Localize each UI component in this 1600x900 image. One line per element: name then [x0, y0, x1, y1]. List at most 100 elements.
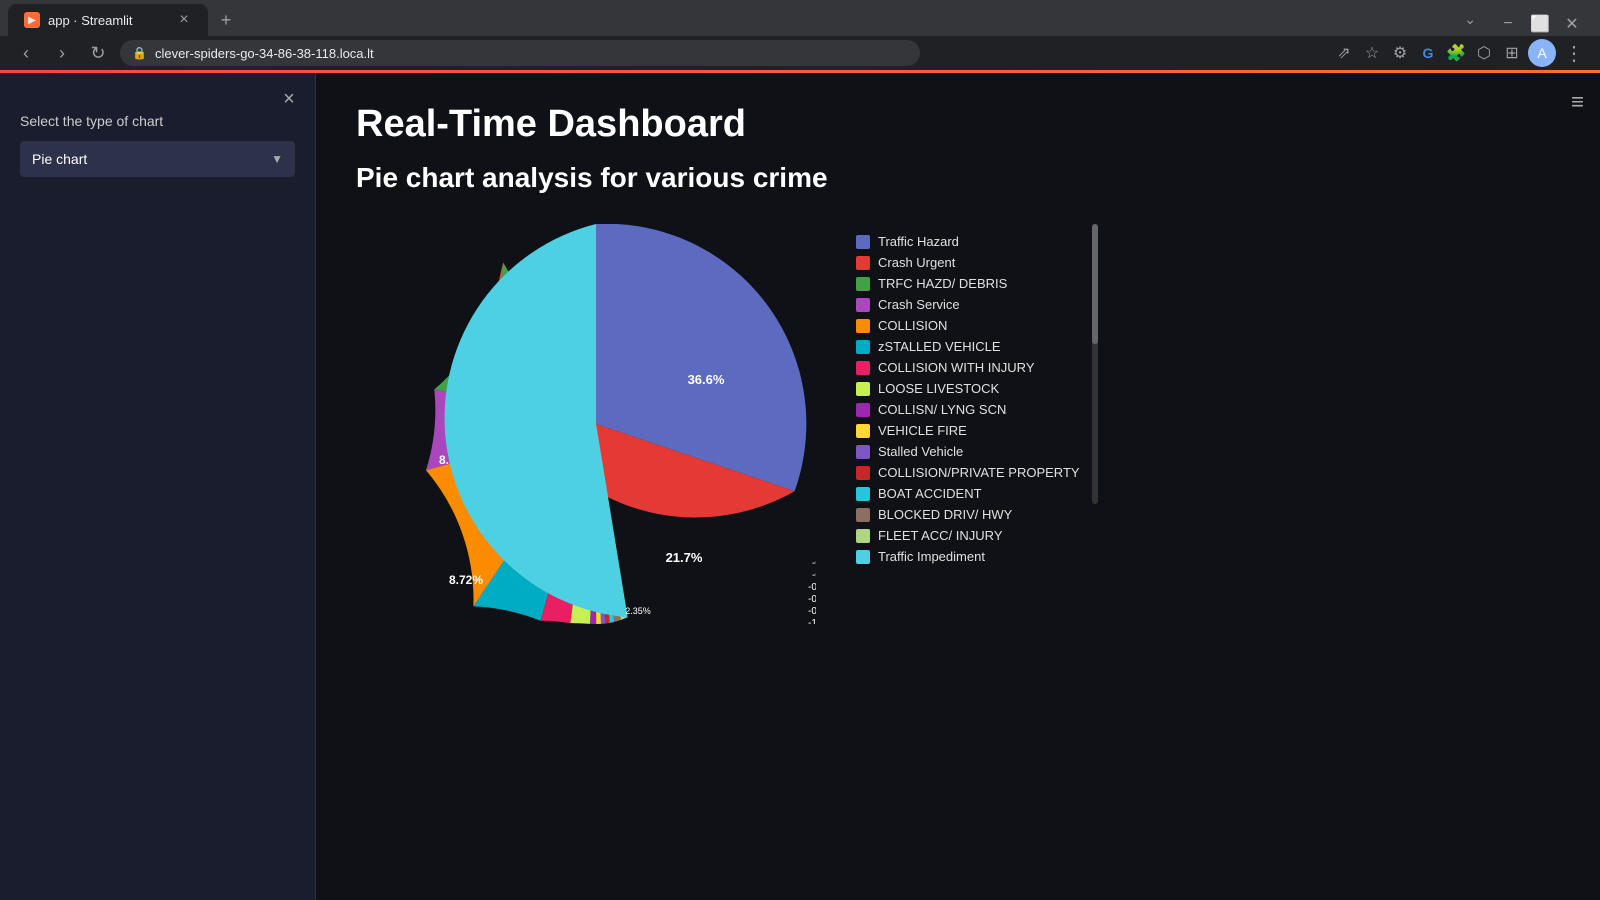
legend: Traffic Hazard Crash Urgent TRFC HAZD/ D… — [856, 224, 1080, 564]
legend-color-4 — [856, 319, 870, 333]
page-title: Real-Time Dashboard — [356, 103, 1560, 146]
legend-item: VEHICLE FIRE — [856, 423, 1080, 438]
pie-chart: 36.6% 21.7% 10% 8.34% 8. — [376, 224, 816, 624]
pie-right-label-6: -0.376% — [808, 594, 816, 605]
sidebar: × Select the type of chart Pie chart ▼ — [0, 73, 316, 900]
legend-item: Stalled Vehicle — [856, 444, 1080, 459]
legend-label-8: COLLISN/ LYNG SCN — [878, 402, 1006, 417]
legend-scrollbar-thumb — [1092, 224, 1098, 344]
sidebar-close-button[interactable]: × — [275, 85, 303, 113]
legend-color-14 — [856, 529, 870, 543]
chevron-down-icon: ▼ — [271, 152, 283, 166]
legend-label-11: COLLISION/PRIVATE PROPERTY — [878, 465, 1080, 480]
pie-label-small-cluster: 2.35% — [625, 606, 651, 616]
chart-subtitle: Pie chart analysis for various crime — [356, 162, 1560, 194]
legend-label-7: LOOSE LIVESTOCK — [878, 381, 999, 396]
legend-color-12 — [856, 487, 870, 501]
legend-label-14: FLEET ACC/ INJURY — [878, 528, 1003, 543]
legend-item: TRFC HAZD/ DEBRIS — [856, 276, 1080, 291]
legend-item: BLOCKED DRIV/ HWY — [856, 507, 1080, 522]
back-button[interactable]: ‹ — [12, 39, 40, 67]
pie-label-4: 8.72% — [449, 573, 483, 587]
legend-item: BOAT ACCIDENT — [856, 486, 1080, 501]
pie-right-label-4: -0.25% — [812, 570, 816, 581]
lock-icon: 🔒 — [132, 46, 147, 60]
maximize-button[interactable]: ⬜ — [1528, 12, 1552, 36]
legend-label-13: BLOCKED DRIV/ HWY — [878, 507, 1012, 522]
pie-right-label-5: -0.301% — [808, 582, 816, 593]
legend-color-11 — [856, 466, 870, 480]
legend-color-0 — [856, 235, 870, 249]
tab-grid-icon[interactable]: ⊞ — [1500, 41, 1524, 65]
pie-label-0: 36.6% — [688, 372, 725, 387]
legend-label-0: Traffic Hazard — [878, 234, 959, 249]
more-extensions-icon[interactable]: ⬡ — [1472, 41, 1496, 65]
tab-close-button[interactable]: × — [176, 12, 192, 28]
legend-label-15: Traffic Impediment — [878, 549, 985, 564]
chrome-menu-button[interactable]: ⋮ — [1560, 41, 1588, 66]
main-content: ≡ Real-Time Dashboard Pie chart analysis… — [316, 73, 1600, 900]
legend-label-9: VEHICLE FIRE — [878, 423, 967, 438]
chart-type-select[interactable]: Pie chart ▼ — [20, 141, 295, 177]
legend-item: zSTALLED VEHICLE — [856, 339, 1080, 354]
legend-color-9 — [856, 424, 870, 438]
legend-label-2: TRFC HAZD/ DEBRIS — [878, 276, 1007, 291]
toolbar-right: ⇗ ☆ ⚙ G 🧩 ⬡ ⊞ A ⋮ — [1332, 39, 1588, 67]
legend-color-15 — [856, 550, 870, 564]
chart-type-value: Pie chart — [32, 151, 87, 167]
legend-label-3: Crash Service — [878, 297, 960, 312]
tab-title: app · Streamlit — [48, 13, 168, 28]
url-text: clever-spiders-go-34-86-38-118.loca.lt — [155, 46, 374, 61]
window-controls: − ⬜ ✕ — [1488, 12, 1592, 36]
legend-label-1: Crash Urgent — [878, 255, 955, 270]
legend-item: COLLISION — [856, 318, 1080, 333]
profile-avatar[interactable]: A — [1528, 39, 1556, 67]
new-tab-button[interactable]: + — [212, 6, 240, 34]
legend-item: COLLISION WITH INJURY — [856, 360, 1080, 375]
app-container: × Select the type of chart Pie chart ▼ ≡… — [0, 73, 1600, 900]
bookmark-icon[interactable]: ☆ — [1360, 41, 1384, 65]
legend-scrollbar[interactable] — [1092, 224, 1098, 504]
legend-color-10 — [856, 445, 870, 459]
pie-right-label-8: -1.9% — [808, 618, 816, 624]
settings-icon[interactable]: ⚙ — [1388, 41, 1412, 65]
active-tab[interactable]: ▶ app · Streamlit × — [8, 4, 208, 36]
legend-item: LOOSE LIVESTOCK — [856, 381, 1080, 396]
tab-overflow: ⌄ — [1456, 7, 1484, 32]
legend-item: COLLISN/ LYNG SCN — [856, 402, 1080, 417]
legend-label-5: zSTALLED VEHICLE — [878, 339, 1001, 354]
legend-label-12: BOAT ACCIDENT — [878, 486, 982, 501]
legend-color-1 — [856, 256, 870, 270]
legend-label-4: COLLISION — [878, 318, 947, 333]
legend-color-8 — [856, 403, 870, 417]
hamburger-menu-button[interactable]: ≡ — [1571, 89, 1584, 115]
legend-color-13 — [856, 508, 870, 522]
legend-color-7 — [856, 382, 870, 396]
google-icon[interactable]: G — [1416, 41, 1440, 65]
reload-button[interactable]: ↻ — [84, 39, 112, 67]
legend-color-5 — [856, 340, 870, 354]
legend-container: Traffic Hazard Crash Urgent TRFC HAZD/ D… — [856, 224, 1098, 564]
legend-color-6 — [856, 361, 870, 375]
legend-color-2 — [856, 277, 870, 291]
cast-icon[interactable]: ⇗ — [1332, 41, 1356, 65]
chart-type-label: Select the type of chart — [20, 113, 295, 129]
forward-button[interactable]: › — [48, 39, 76, 67]
legend-item: Traffic Hazard — [856, 234, 1080, 249]
chart-area: 36.6% 21.7% 10% 8.34% 8. — [356, 224, 1560, 624]
legend-item: Crash Service — [856, 297, 1080, 312]
legend-item: COLLISION/PRIVATE PROPERTY — [856, 465, 1080, 480]
extensions-icon[interactable]: 🧩 — [1444, 41, 1468, 65]
pie-right-label-7: -0.526% — [808, 606, 816, 617]
legend-label-10: Stalled Vehicle — [878, 444, 963, 459]
close-window-button[interactable]: ✕ — [1560, 12, 1584, 36]
legend-color-3 — [856, 298, 870, 312]
legend-item: Crash Urgent — [856, 255, 1080, 270]
minimize-button[interactable]: − — [1496, 12, 1520, 36]
tab-favicon: ▶ — [24, 12, 40, 28]
pie-right-label-3: -0.2% — [812, 558, 816, 569]
legend-label-6: COLLISION WITH INJURY — [878, 360, 1035, 375]
pie-label-1: 21.7% — [666, 550, 703, 565]
legend-item: FLEET ACC/ INJURY — [856, 528, 1080, 543]
address-bar[interactable]: 🔒 clever-spiders-go-34-86-38-118.loca.lt — [120, 40, 920, 66]
